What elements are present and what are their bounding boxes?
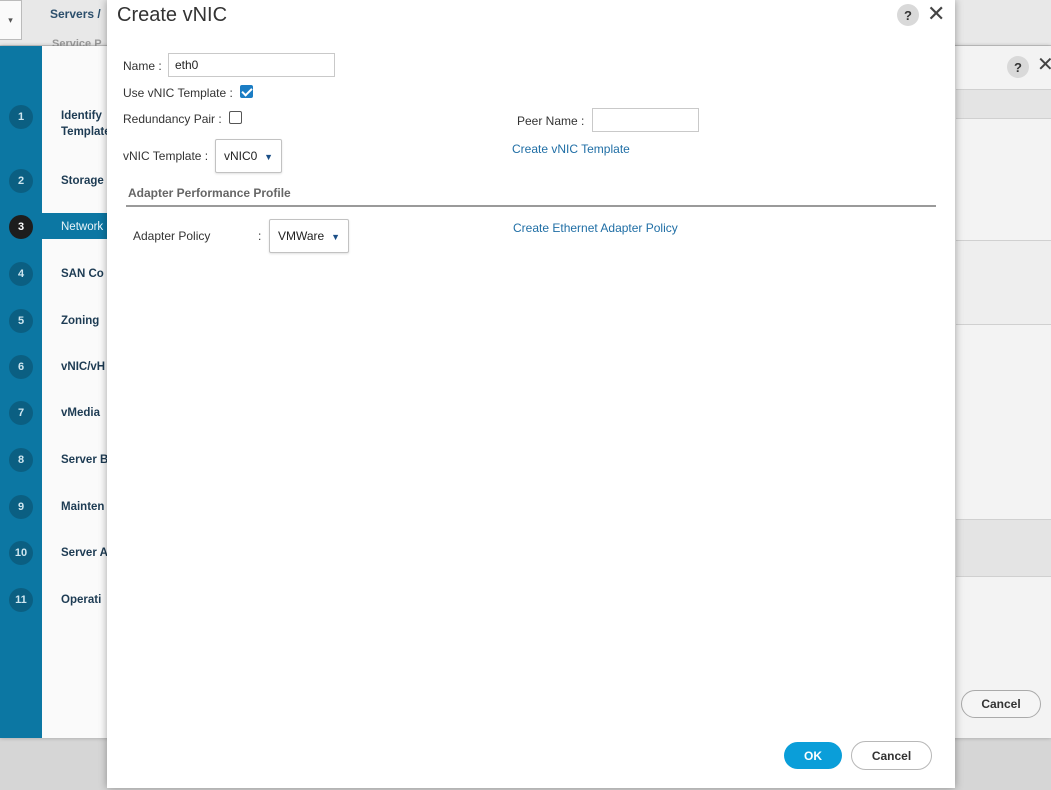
wizard-step-number[interactable]: 6: [9, 355, 33, 379]
section-divider: [126, 205, 936, 207]
wizard-step-label[interactable]: Mainten: [61, 499, 111, 515]
wizard-step-number[interactable]: 3: [9, 215, 33, 239]
wizard-step-label[interactable]: Storage: [61, 173, 111, 189]
caret-down-icon: ▼: [264, 152, 273, 162]
ok-button[interactable]: OK: [784, 742, 842, 769]
name-label: Name :: [123, 59, 162, 73]
redundancy-pair-checkbox[interactable]: [229, 111, 242, 124]
wizard-step-number[interactable]: 10: [9, 541, 33, 565]
wizard-step-number[interactable]: 2: [9, 169, 33, 193]
wizard-step-label[interactable]: Zoning: [61, 313, 111, 329]
background-close-icon[interactable]: ✕: [1037, 54, 1051, 76]
background-row: [956, 240, 1051, 325]
background-cancel-button[interactable]: Cancel: [961, 690, 1041, 718]
vnic-template-value: vNIC0: [224, 149, 258, 163]
create-vnic-template-link[interactable]: Create vNIC Template: [512, 142, 630, 156]
vnic-template-label: vNIC Template :: [123, 149, 209, 163]
wizard-step-rail: 1 2 3 4 5 6 7 8 9 10 11: [0, 46, 42, 738]
chevron-down-icon: ▾: [8, 14, 13, 25]
background-dropdown[interactable]: ▾: [0, 0, 22, 40]
name-input[interactable]: [168, 53, 335, 77]
wizard-step-label[interactable]: Network: [61, 219, 111, 235]
create-vnic-dialog: Create vNIC ? ✕ Name : Use vNIC Template…: [107, 0, 955, 788]
peer-name-label: Peer Name :: [517, 114, 585, 128]
cancel-button[interactable]: Cancel: [851, 741, 932, 770]
wizard-step-number[interactable]: 8: [9, 448, 33, 472]
wizard-step-label[interactable]: Operati: [61, 592, 111, 608]
breadcrumb-sub: Service P: [52, 38, 102, 46]
adapter-policy-label: Adapter Policy: [133, 229, 211, 243]
create-ethernet-adapter-policy-link[interactable]: Create Ethernet Adapter Policy: [513, 221, 678, 235]
close-icon[interactable]: ✕: [927, 2, 945, 26]
wizard-step-label[interactable]: SAN Co: [61, 266, 111, 282]
use-template-label: Use vNIC Template :: [123, 86, 233, 100]
wizard-step-number[interactable]: 4: [9, 262, 33, 286]
wizard-step-label[interactable]: vMedia: [61, 405, 111, 421]
dialog-title: Create vNIC: [117, 4, 228, 26]
background-row: [956, 519, 1051, 577]
wizard-step-number[interactable]: 5: [9, 309, 33, 333]
background-help-icon[interactable]: ?: [1007, 56, 1029, 78]
breadcrumb[interactable]: Servers /: [50, 7, 101, 21]
wizard-step-number[interactable]: 7: [9, 401, 33, 425]
wizard-step-label[interactable]: Server B: [61, 452, 111, 468]
wizard-step-number[interactable]: 9: [9, 495, 33, 519]
background-row: [956, 89, 1051, 119]
caret-down-icon: ▼: [331, 232, 340, 242]
wizard-step-label[interactable]: Server A: [61, 545, 111, 561]
section-title: Adapter Performance Profile: [128, 186, 291, 200]
adapter-policy-value: VMWare: [278, 229, 325, 243]
wizard-step-label[interactable]: Identify Template: [61, 108, 109, 140]
wizard-step-label[interactable]: vNIC/vH: [61, 359, 111, 375]
redundancy-pair-label: Redundancy Pair :: [123, 112, 222, 126]
peer-name-input[interactable]: [592, 108, 699, 132]
wizard-step-number[interactable]: 11: [9, 588, 33, 612]
adapter-policy-select[interactable]: VMWare ▼: [269, 219, 349, 253]
wizard-step-labels: Identify Template Storage SAN Co Zoning vNIC…: [42, 46, 112, 738]
adapter-policy-colon: :: [258, 229, 262, 243]
help-icon[interactable]: ?: [897, 4, 919, 26]
use-template-checkbox[interactable]: [240, 85, 253, 98]
wizard-step-number[interactable]: 1: [9, 105, 33, 129]
vnic-template-select[interactable]: vNIC0 ▼: [215, 139, 282, 173]
